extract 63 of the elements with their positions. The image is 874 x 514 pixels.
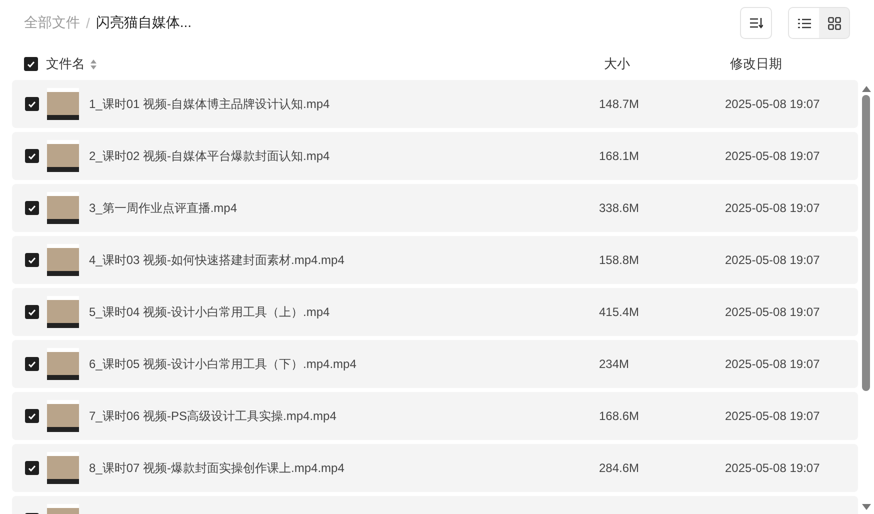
modified-date: 2025-05-08 19:07 xyxy=(725,461,820,475)
file-name: 1_课时01 视频-自媒体博主品牌设计认知.mp4 xyxy=(89,96,331,112)
list-view-button[interactable] xyxy=(789,8,819,38)
video-thumbnail-placeholder xyxy=(47,88,79,120)
modified-date: 2025-05-08 19:07 xyxy=(725,149,820,163)
modified-date: 2025-05-08 19:07 xyxy=(725,253,820,267)
file-size: 284.6M xyxy=(599,461,640,475)
file-size: 168.1M xyxy=(599,149,640,163)
column-header[interactable]: 大小 xyxy=(604,55,630,73)
video-thumbnail-placeholder xyxy=(47,400,79,432)
file-name: 3_第一周作业点评直播.mp4 xyxy=(89,200,238,216)
video-thumbnail-placeholder xyxy=(47,348,79,380)
modified-date: 2025-05-08 19:07 xyxy=(725,357,820,371)
breadcrumb-separator: / xyxy=(86,15,90,31)
check-icon xyxy=(28,100,36,108)
modified-date: 2025-05-08 19:07 xyxy=(725,305,820,319)
file-row[interactable]: 8_课时07 视频-爆款封面实操创作课上.mp4.mp4 284.6M 2025-05-08 19:07 xyxy=(12,444,858,492)
file-size: 148.7M xyxy=(599,97,640,111)
check-icon xyxy=(28,308,36,316)
file-name: 7_课时06 视频-PS高级设计工具实操.mp4.mp4 xyxy=(89,408,338,424)
check-icon xyxy=(28,256,36,264)
file-name: 8_课时07 视频-爆款封面实操创作课上.mp4.mp4 xyxy=(89,460,346,476)
file-name: 4_课时03 视频-如何快速搭建封面素材.mp4.mp4 xyxy=(89,252,346,268)
file-row[interactable]: 7_课时06 视频-PS高级设计工具实操.mp4.mp4 168.6M 2025-05-08 19:07 xyxy=(12,392,858,440)
column-header[interactable]: 文件名 xyxy=(46,55,97,73)
file-row[interactable]: 2_课时02 视频-自媒体平台爆款封面认知.mp4 168.1M 2025-05-08 19:07 xyxy=(12,132,858,180)
column-header[interactable]: 修改日期 xyxy=(730,55,782,73)
scroll-down-icon[interactable] xyxy=(862,504,870,510)
sort-icon xyxy=(749,17,763,29)
check-icon xyxy=(28,360,36,368)
video-thumbnail-placeholder xyxy=(47,244,79,276)
breadcrumb-item: 闪亮猫自媒体... xyxy=(96,14,192,32)
video-thumbnail-placeholder xyxy=(47,452,79,484)
video-thumbnail-placeholder xyxy=(47,140,79,172)
select-all-checkbox[interactable] xyxy=(24,57,38,71)
sort-arrows-icon[interactable] xyxy=(90,58,97,70)
modified-date: 2025-05-08 19:07 xyxy=(725,201,820,215)
file-name: 5_课时04 视频-设计小白常用工具（上）.mp4 xyxy=(89,304,331,320)
check-icon xyxy=(28,464,36,472)
file-name: 2_课时02 视频-自媒体平台爆款封面认知.mp4 xyxy=(89,148,331,164)
scroll-up-icon[interactable] xyxy=(862,86,870,92)
file-row[interactable]: 4_课时03 视频-如何快速搭建封面素材.mp4.mp4 158.8M 2025-05-08 19:07 xyxy=(12,236,858,284)
check-icon xyxy=(28,412,36,420)
check-icon xyxy=(28,204,36,212)
list-icon xyxy=(798,18,810,28)
file-size: 158.8M xyxy=(599,253,640,267)
file-name: 6_课时05 视频-设计小白常用工具（下）.mp4.mp4 xyxy=(89,356,358,372)
video-thumbnail-placeholder xyxy=(47,192,79,224)
modified-date: 2025-05-08 19:07 xyxy=(725,97,820,111)
file-size: 415.4M xyxy=(599,305,640,319)
modified-date: 2025-05-08 19:07 xyxy=(725,409,820,423)
file-row[interactable]: 3_第一周作业点评直播.mp4 338.6M 2025-05-08 19:07 xyxy=(12,184,858,232)
video-thumbnail-placeholder xyxy=(47,296,79,328)
file-size: 168.6M xyxy=(599,409,640,423)
file-size: 234M xyxy=(599,357,630,371)
check-icon xyxy=(28,152,36,160)
grid-icon xyxy=(828,16,840,30)
file-row[interactable]: 1_课时01 视频-自媒体博主品牌设计认知.mp4 148.7M 2025-05-08 19:07 xyxy=(12,80,858,128)
file-row[interactable]: 5_课时04 视频-设计小白常用工具（上）.mp4 415.4M 2025-05-08 19:07 xyxy=(12,288,858,336)
check-icon xyxy=(27,60,35,68)
sort-button[interactable] xyxy=(740,7,772,39)
file-row[interactable]: 6_课时05 视频-设计小白常用工具（下）.mp4.mp4 234M 2025-05-08 19:07 xyxy=(12,340,858,388)
file-size: 338.6M xyxy=(599,201,640,215)
